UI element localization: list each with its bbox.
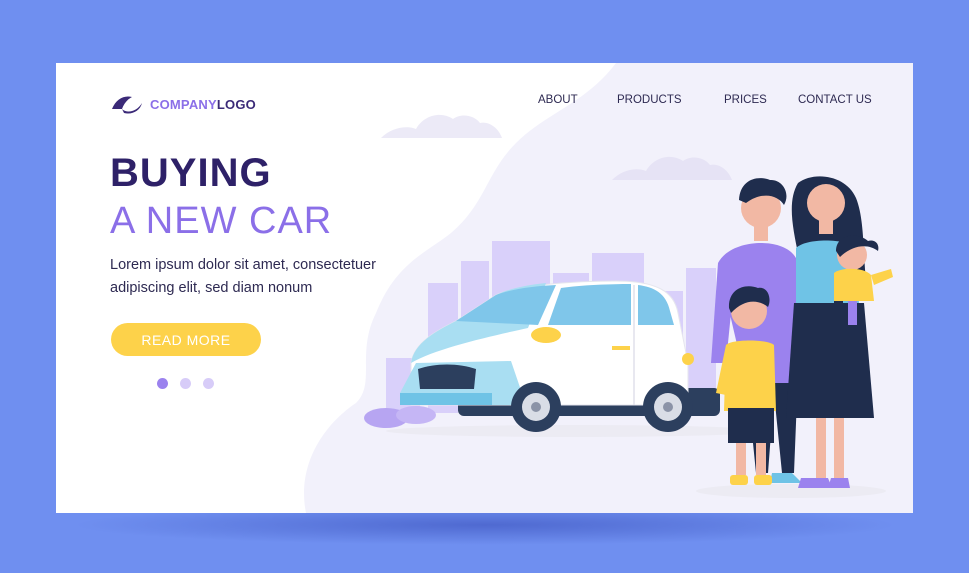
car-mirror [531,327,561,343]
hero-title-line1: BUYING [110,151,272,195]
nav-prices-link[interactable]: PRICES [724,94,767,106]
carousel-dot-3[interactable] [203,378,214,389]
carousel-dot-2[interactable] [180,378,191,389]
hero-title-line2: A NEW CAR [110,200,333,242]
carousel-dots [157,378,226,389]
bush-mid [396,406,436,424]
nav-products-link[interactable]: PRODUCTS [617,94,682,106]
carousel-dot-1[interactable] [157,378,168,389]
ground-shadow [386,425,766,437]
read-more-button[interactable]: READ MORE [111,323,261,356]
landing-page-card: COMPANYLOGO ABOUT PRODUCTS PRICES CONTAC… [56,63,913,513]
top-nav: ABOUT PRODUCTS PRICES CONTACT US [56,94,913,114]
family-ground-shadow [696,484,886,498]
cloud-left [381,114,502,138]
nav-contact-link[interactable]: CONTACT US [798,94,872,106]
nav-about-link[interactable]: ABOUT [538,94,578,106]
hero-body-text: Lorem ipsum dolor sit amet, consectetuer… [110,257,376,296]
